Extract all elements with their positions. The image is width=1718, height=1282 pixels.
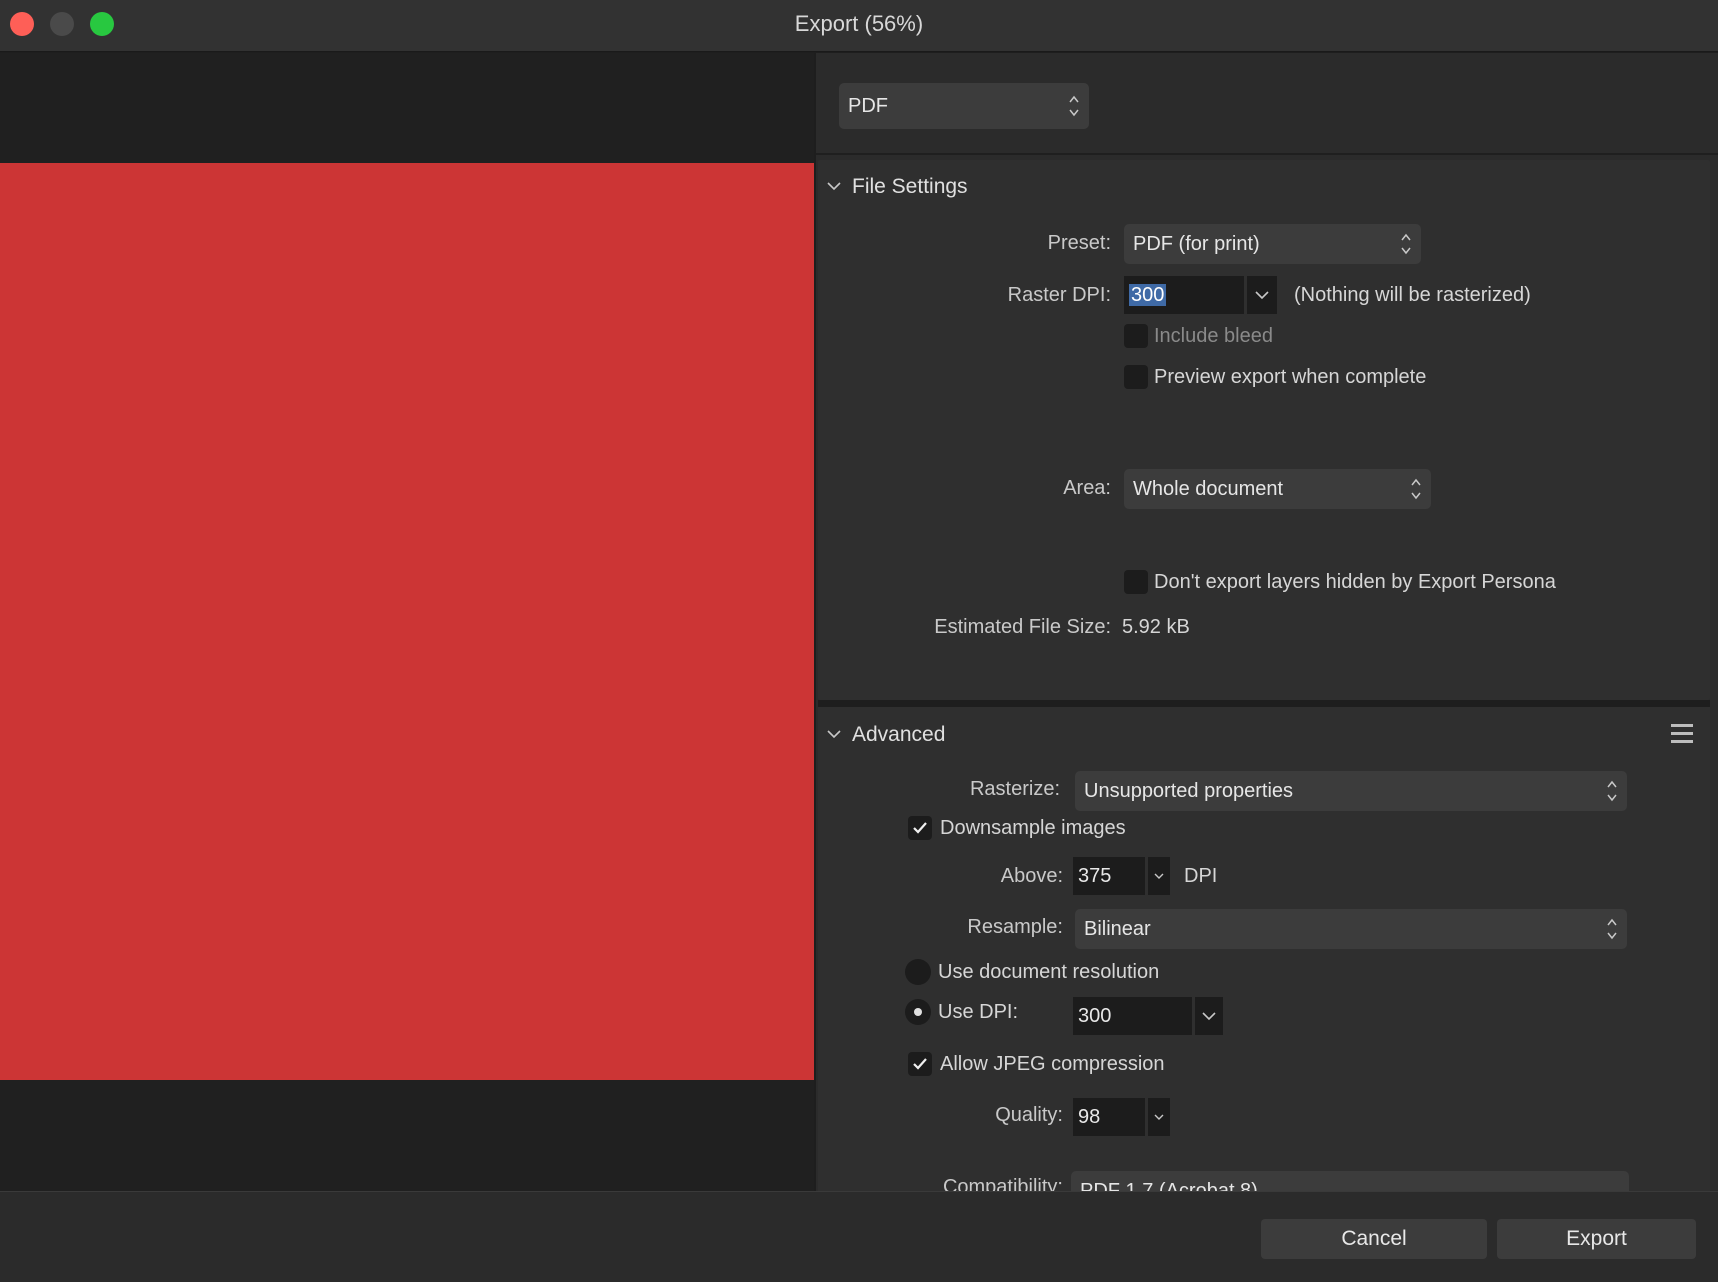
above-unit: DPI bbox=[1184, 865, 1218, 887]
compatibility-label: Compatibility: bbox=[942, 1176, 1063, 1191]
preset-label: Preset: bbox=[1047, 232, 1111, 254]
cancel-button[interactable]: Cancel bbox=[1261, 1219, 1487, 1259]
above-label: Above: bbox=[1000, 865, 1063, 887]
file-size-value: 5.92 kB bbox=[1122, 616, 1190, 638]
preview-export-checkbox[interactable] bbox=[1124, 365, 1148, 389]
resample-label: Resample: bbox=[967, 916, 1063, 938]
downsample-checkbox[interactable] bbox=[908, 816, 932, 840]
file-size-label: Estimated File Size: bbox=[934, 616, 1111, 638]
window-title: Export (56%) bbox=[794, 11, 924, 36]
title-bar: Export (56%) bbox=[0, 0, 1718, 52]
compatibility-row-clip: Compatibility: PDF 1.7 (Acrobat 8) bbox=[818, 1160, 1710, 1191]
allow-jpeg-label: Allow JPEG compression bbox=[940, 1053, 1165, 1075]
raster-note: (Nothing will be rasterized) bbox=[1294, 284, 1531, 306]
chevron-down-icon bbox=[1154, 873, 1164, 879]
quality-dropdown[interactable] bbox=[1146, 1098, 1170, 1136]
use-dpi-label: Use DPI: bbox=[938, 1001, 1019, 1023]
format-select[interactable]: PDF bbox=[839, 83, 1089, 129]
format-select-value: PDF bbox=[848, 95, 888, 117]
area-select[interactable]: Whole document bbox=[1124, 469, 1431, 509]
above-dropdown[interactable] bbox=[1146, 857, 1170, 895]
section-divider bbox=[818, 700, 1710, 707]
above-field[interactable]: 375 bbox=[1073, 857, 1145, 895]
area-label: Area: bbox=[1063, 477, 1111, 499]
chevron-down-icon[interactable] bbox=[826, 178, 842, 194]
file-settings-title[interactable]: File Settings bbox=[852, 175, 968, 199]
chevron-down-icon bbox=[1154, 1114, 1164, 1120]
use-doc-resolution-label: Use document resolution bbox=[938, 961, 1160, 983]
preview-export-label: Preview export when complete bbox=[1154, 366, 1427, 388]
export-button[interactable]: Export bbox=[1497, 1219, 1696, 1259]
rasterize-label: Rasterize: bbox=[969, 778, 1060, 800]
updown-arrows-icon bbox=[1411, 477, 1421, 501]
rasterize-select[interactable]: Unsupported properties bbox=[1075, 771, 1627, 811]
preset-select[interactable]: PDF (for print) bbox=[1124, 224, 1421, 264]
quality-value: 98 bbox=[1078, 1106, 1101, 1128]
quality-label: Quality: bbox=[995, 1104, 1063, 1126]
raster-dpi-field[interactable]: 300 bbox=[1124, 276, 1244, 314]
use-doc-resolution-radio[interactable] bbox=[905, 959, 931, 985]
rasterize-select-value: Unsupported properties bbox=[1084, 780, 1294, 802]
checkmark-icon bbox=[913, 1058, 927, 1070]
preview-page bbox=[0, 163, 814, 1080]
dont-export-hidden-label: Don't export layers hidden by Export Per… bbox=[1154, 571, 1556, 593]
chevron-down-icon[interactable] bbox=[826, 726, 842, 742]
chevron-down-icon bbox=[1255, 291, 1269, 300]
updown-arrows-icon bbox=[1607, 779, 1617, 803]
resample-select[interactable]: Bilinear bbox=[1075, 909, 1627, 949]
raster-dpi-label: Raster DPI: bbox=[1007, 284, 1111, 306]
include-bleed-label: Include bleed bbox=[1154, 325, 1273, 347]
quality-field[interactable]: 98 bbox=[1073, 1098, 1145, 1136]
use-dpi-value: 300 bbox=[1078, 1005, 1112, 1027]
use-dpi-radio[interactable] bbox=[905, 999, 931, 1025]
menu-icon[interactable] bbox=[1671, 724, 1693, 744]
use-dpi-field[interactable]: 300 bbox=[1073, 997, 1192, 1035]
raster-dpi-value: 300 bbox=[1129, 284, 1167, 306]
resample-select-value: Bilinear bbox=[1084, 918, 1151, 940]
downsample-label: Downsample images bbox=[940, 817, 1126, 839]
dont-export-hidden-checkbox[interactable] bbox=[1124, 570, 1148, 594]
radio-selected-dot bbox=[914, 1008, 922, 1016]
area-select-value: Whole document bbox=[1133, 478, 1284, 500]
above-value: 375 bbox=[1078, 865, 1112, 887]
updown-arrows-icon bbox=[1607, 917, 1617, 941]
advanced-title[interactable]: Advanced bbox=[852, 723, 945, 747]
raster-dpi-dropdown[interactable] bbox=[1245, 276, 1277, 314]
compatibility-select[interactable]: PDF 1.7 (Acrobat 8) bbox=[1071, 1171, 1629, 1191]
updown-arrows-icon bbox=[1401, 232, 1411, 256]
include-bleed-checkbox[interactable] bbox=[1124, 324, 1148, 348]
use-dpi-dropdown[interactable] bbox=[1193, 997, 1223, 1035]
allow-jpeg-checkbox[interactable] bbox=[908, 1052, 932, 1076]
chevron-down-icon bbox=[1202, 1012, 1216, 1021]
compatibility-select-value: PDF 1.7 (Acrobat 8) bbox=[1080, 1180, 1258, 1191]
updown-arrows-icon bbox=[1069, 94, 1079, 118]
checkmark-icon bbox=[913, 822, 927, 834]
preset-select-value: PDF (for print) bbox=[1133, 233, 1260, 255]
